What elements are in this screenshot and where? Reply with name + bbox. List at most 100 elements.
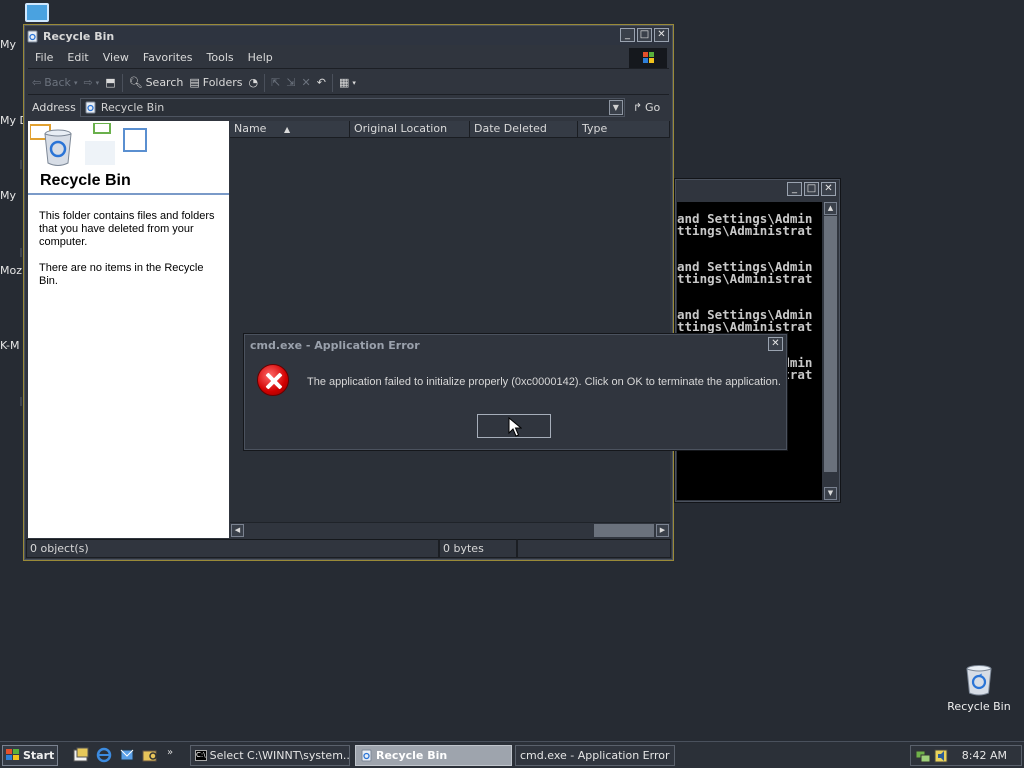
undo-button[interactable]: ↶ [317, 76, 326, 89]
desktop-icon-fragment [20, 248, 22, 257]
start-button-label: Start [23, 749, 55, 762]
taskbar-button-label: Recycle Bin [376, 749, 448, 762]
go-button[interactable]: ↱ Go [633, 101, 660, 114]
move-to-button[interactable]: ⇱ [271, 76, 280, 89]
window-title: Recycle Bin [43, 29, 115, 43]
cmd-maximize-button[interactable]: □ [804, 182, 819, 196]
dialog-close-button[interactable]: ✕ [768, 337, 783, 351]
taskbar-button-application-error[interactable]: cmd.exe - Application Error [515, 745, 675, 766]
toolbar: ⇦ Back ▾ ⇨ ▾ ⬒ 🔍︎ Search ▤ Folders ◔ ⇱ ⇲… [28, 71, 669, 95]
info-pane-empty-note: There are no items in the Recycle Bin. [39, 262, 204, 287]
up-folder-icon: ⬒ [105, 76, 116, 89]
show-desktop-icon[interactable] [73, 747, 89, 763]
taskbar-button-cmd-select[interactable]: C:\ Select C:\WINNT\system... [190, 745, 350, 766]
title-bar[interactable]: Recycle Bin _ □ ✕ [26, 27, 671, 45]
menu-edit[interactable]: Edit [60, 51, 95, 64]
menu-help[interactable]: Help [241, 51, 280, 64]
address-label: Address [32, 100, 76, 114]
dropdown-arrow-icon: ▾ [73, 78, 78, 87]
cmd-line [677, 237, 822, 249]
desktop-recycle-bin[interactable]: Recycle Bin [944, 664, 1014, 713]
search-button-label: Search [145, 76, 184, 89]
column-header-name[interactable]: Name ▲ [230, 121, 350, 138]
desktop-recycle-bin-label: Recycle Bin [947, 700, 1011, 713]
folders-icon: ▤ [189, 76, 200, 89]
info-pane-title: Recycle Bin [40, 172, 131, 189]
toolbar-separator [121, 73, 123, 92]
outlook-express-icon[interactable] [119, 747, 135, 763]
views-icon: ▦ [338, 76, 350, 89]
go-arrow-icon: ↱ [632, 100, 643, 114]
scrollbar-thumb[interactable] [824, 216, 837, 472]
copy-to-icon: ⇲ [286, 76, 296, 89]
desktop-icon-label-4[interactable]: Moz [0, 264, 22, 277]
dropdown-arrow-icon: ▾ [95, 78, 100, 87]
clock[interactable]: 8:42 AM [962, 749, 1007, 762]
views-button[interactable]: ▦ ▾ [339, 76, 356, 89]
address-bar: Address Recycle Bin ▼ ↱ Go [28, 96, 669, 118]
volume-icon[interactable] [934, 749, 948, 763]
dialog-title-bar[interactable]: cmd.exe - Application Error ✕ [246, 336, 785, 354]
dropdown-arrow-icon: ▾ [352, 78, 356, 87]
address-dropdown-button[interactable]: ▼ [608, 99, 623, 115]
desktop-icon-label-3[interactable]: My [0, 189, 16, 202]
column-header-type[interactable]: Type [578, 121, 670, 138]
file-list[interactable]: Name ▲ Original Location Date Deleted Ty… [230, 121, 670, 538]
column-header-original-location[interactable]: Original Location [350, 121, 470, 138]
desktop-icon-label-1[interactable]: My [0, 38, 16, 51]
folders-button-label: Folders [202, 76, 243, 89]
history-button[interactable]: ◔ [249, 76, 259, 89]
maximize-button[interactable]: □ [637, 28, 652, 42]
dialog-title: cmd.exe - Application Error [250, 338, 420, 352]
menu-view[interactable]: View [96, 51, 136, 64]
taskbar-button-recycle-bin[interactable]: Recycle Bin [355, 745, 512, 766]
delete-button[interactable]: ✕ [302, 76, 311, 89]
menu-tools[interactable]: Tools [200, 51, 241, 64]
taskbar-button-label: Select C:\WINNT\system... [209, 749, 350, 762]
scrollbar-thumb[interactable] [594, 524, 654, 537]
recycle-bin-window[interactable]: Recycle Bin _ □ ✕ File Edit View Favorit… [23, 24, 674, 561]
column-header-date-deleted[interactable]: Date Deleted [470, 121, 578, 138]
folders-button[interactable]: ▤ Folders [189, 76, 242, 89]
address-value: Recycle Bin [100, 100, 165, 114]
back-button[interactable]: ⇦ Back ▾ [32, 76, 77, 89]
cmd-close-button[interactable]: ✕ [821, 182, 836, 196]
windows-logo-icon [629, 48, 667, 68]
taskbar: Start » C:\ Select C:\WINNT\system... Re… [0, 741, 1024, 768]
cmd-vertical-scrollbar[interactable]: ▲ ▼ [823, 202, 839, 500]
status-zone [517, 539, 671, 558]
start-button[interactable]: Start [2, 745, 58, 766]
copy-to-button[interactable]: ⇲ [286, 76, 295, 89]
recycle-bin-large-icon [30, 123, 147, 166]
close-button[interactable]: ✕ [654, 28, 669, 42]
move-to-icon: ⇱ [271, 76, 281, 89]
scroll-up-button[interactable]: ▲ [824, 202, 837, 215]
menu-file[interactable]: File [28, 51, 60, 64]
error-message: The application failed to initialize pro… [307, 376, 781, 388]
scroll-down-button[interactable]: ▼ [824, 487, 837, 500]
desktop-icon-fragment [20, 397, 22, 406]
menu-favorites[interactable]: Favorites [136, 51, 200, 64]
internet-explorer-icon[interactable] [96, 747, 112, 763]
explorer-icon[interactable] [142, 747, 158, 763]
up-folder-button[interactable]: ⬒ [105, 76, 115, 89]
undo-icon: ↶ [316, 76, 326, 89]
recycle-bin-icon [966, 665, 992, 696]
address-input[interactable]: Recycle Bin ▼ [79, 97, 625, 117]
scroll-right-button[interactable]: ▶ [656, 524, 669, 537]
search-button[interactable]: 🔍︎ Search [129, 76, 184, 89]
mouse-pointer-icon [508, 417, 522, 437]
delete-icon: ✕ [301, 76, 311, 89]
quick-launch-chevron-icon[interactable]: » [167, 747, 173, 758]
desktop-icon-label-5[interactable]: K-M [0, 339, 20, 352]
scroll-left-button[interactable]: ◀ [231, 524, 244, 537]
forward-button[interactable]: ⇨ ▾ [83, 76, 99, 89]
recycle-bin-small-icon [27, 30, 38, 42]
minimize-button[interactable]: _ [620, 28, 635, 42]
cmd-minimize-button[interactable]: _ [787, 182, 802, 196]
error-icon [257, 364, 289, 396]
horizontal-scrollbar[interactable]: ◀ ▶ [230, 522, 670, 538]
monitor-icon[interactable] [25, 3, 49, 22]
network-icon[interactable] [915, 749, 931, 763]
cmd-title-bar[interactable]: _ □ ✕ [677, 181, 838, 199]
